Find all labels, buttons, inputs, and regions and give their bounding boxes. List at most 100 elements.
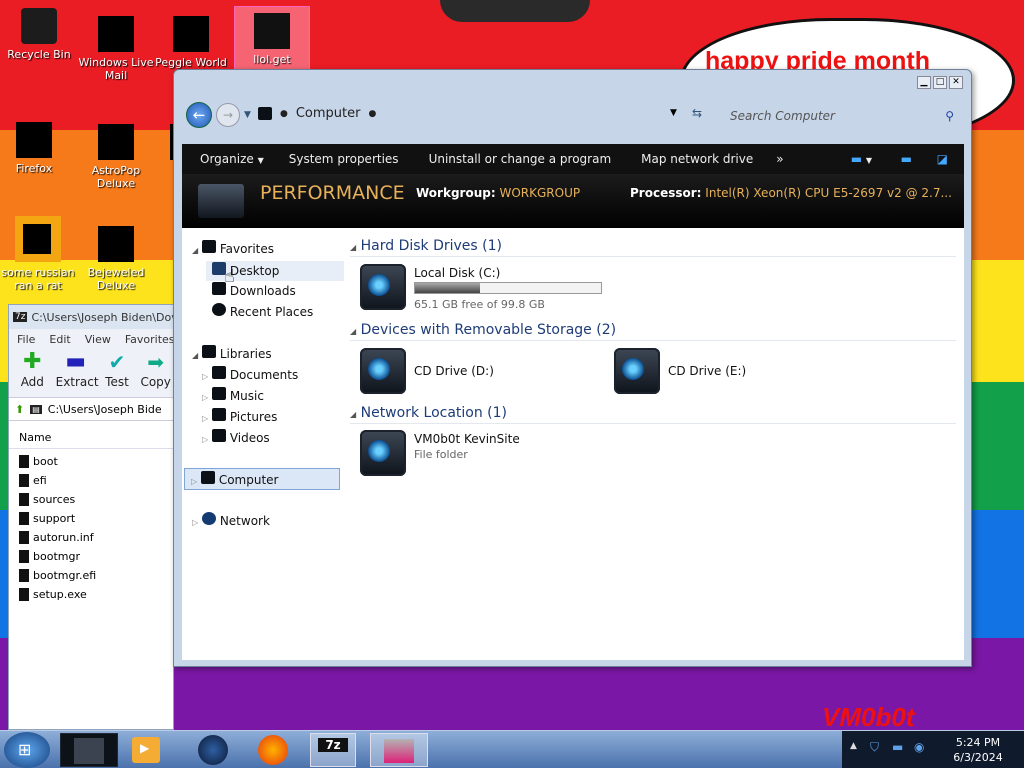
file-row[interactable]: bootmgr.efi [19, 566, 163, 585]
extract-label: Extract [55, 375, 99, 389]
drive-e[interactable]: CD Drive (E:) [614, 348, 834, 398]
nav-pictures[interactable]: ▷ Pictures [202, 408, 277, 424]
desktop-icon-recycle-bin[interactable]: Recycle Bin [1, 8, 77, 61]
search-input[interactable]: Search Computer ⚲ [722, 105, 960, 127]
group-removable-storage[interactable]: ◢ Devices with Removable Storage (2) [350, 322, 956, 341]
nav-computer[interactable]: ▷ Computer [184, 468, 340, 490]
test-button[interactable]: ✔ Test [102, 349, 133, 397]
icon-label: Bejeweled Deluxe [87, 266, 145, 292]
nav-documents[interactable]: ▷ Documents [202, 366, 298, 382]
minimize-button[interactable]: ▁ [917, 76, 931, 89]
shield-icon[interactable]: ⛉ [870, 740, 879, 755]
nav-computer-label: Computer [218, 473, 279, 487]
expand-arrow-icon: ◢ [192, 246, 199, 255]
address-bar[interactable]: ● Computer ● [258, 106, 376, 121]
icon-label: Recycle Bin [7, 48, 71, 61]
sevenzip-pathbar: ⬆ ▤ C:\Users\Joseph Bide [9, 397, 173, 421]
documents-icon [211, 366, 226, 379]
desktop-icon-firefox[interactable]: Firefox [0, 122, 72, 175]
system-properties-button[interactable]: System properties [274, 152, 414, 166]
drive-d[interactable]: CD Drive (D:) [360, 348, 580, 398]
uninstall-program-button[interactable]: Uninstall or change a program [414, 152, 627, 166]
nav-music[interactable]: ▷ Music [202, 387, 264, 403]
help-icon[interactable]: ◪ [937, 152, 948, 166]
network-tray-icon[interactable]: ▬ [892, 740, 903, 754]
sevenzip-path[interactable]: C:\Users\Joseph Bide [48, 403, 162, 416]
nav-network-label: Network [219, 514, 270, 528]
network-folder-name: VM0b0t KevinSite [414, 432, 520, 446]
taskbar-explorer[interactable] [60, 733, 118, 767]
map-network-drive-button[interactable]: Map network drive [626, 152, 768, 166]
menu-edit[interactable]: Edit [49, 333, 70, 346]
back-button[interactable]: ← [186, 102, 212, 128]
firefox-icon [16, 122, 52, 158]
group-network-location[interactable]: ◢ Network Location (1) [350, 405, 956, 424]
column-header-name[interactable]: Name [9, 427, 173, 449]
file-name: boot [33, 455, 58, 468]
maximize-button[interactable]: □ [933, 76, 947, 89]
drive-c-usage-fill [415, 283, 480, 293]
address-dropdown-icon[interactable]: ▼ [670, 108, 677, 118]
up-folder-icon[interactable]: ⬆ [15, 403, 24, 416]
taskbar-globe[interactable] [198, 735, 228, 765]
desktop-icon-llol[interactable]: llol.get [234, 6, 310, 70]
refresh-icon[interactable]: ⇆ [692, 106, 702, 120]
sevenzip-title: C:\Users\Joseph Biden\Dov [31, 310, 178, 324]
group-hard-disk-drives[interactable]: ◢ Hard Disk Drives (1) [350, 238, 956, 257]
address-text[interactable]: Computer [296, 106, 361, 121]
expand-arrow-icon: ◢ [350, 243, 357, 252]
copy-button[interactable]: ➡ Copy [138, 349, 173, 397]
network-folder-type: File folder [414, 448, 468, 461]
network-folder[interactable]: VM0b0t KevinSite File folder [360, 430, 600, 480]
taskbar-7zip[interactable]: 7z [310, 733, 356, 767]
file-row[interactable]: boot [19, 452, 163, 471]
folder-icon [19, 474, 29, 487]
nav-videos[interactable]: ▷ Videos [202, 429, 270, 445]
menu-favorites[interactable]: Favorites [125, 333, 175, 346]
desktop-icon-russian-rat[interactable]: some russian ran a rat [0, 216, 76, 292]
tray-expand-icon[interactable]: ▲ [850, 741, 857, 751]
forward-button[interactable]: → [216, 103, 240, 127]
recent-places-icon [212, 303, 226, 316]
file-row[interactable]: bootmgr [19, 547, 163, 566]
clock[interactable]: 5:24 PM 6/3/2024 [936, 735, 1020, 765]
view-options-icon[interactable]: ▬ ▼ [851, 152, 872, 166]
drive-e-name: CD Drive (E:) [668, 364, 747, 378]
file-row[interactable]: setup.exe [19, 585, 163, 604]
file-row[interactable]: support [19, 509, 163, 528]
taskbar-firefox[interactable] [258, 735, 288, 765]
sevenzip-titlebar[interactable]: 7z C:\Users\Joseph Biden\Dov [9, 305, 178, 329]
nav-favorites[interactable]: ◢ Favorites [192, 240, 274, 256]
computer-name: PERFORMANCE [260, 182, 405, 204]
desktop-icon-windows-live-mail[interactable]: Windows Live Mail [78, 16, 154, 82]
computer-large-icon [198, 184, 244, 218]
explorer-window[interactable]: ▁ □ ✕ ← → ▼ ● Computer ● ▼ ⇆ Search Comp… [173, 69, 972, 667]
nav-libraries[interactable]: ◢ Libraries [192, 345, 272, 361]
search-icon[interactable]: ⚲ [945, 109, 954, 123]
workgroup-info: Workgroup: WORKGROUP [416, 186, 580, 200]
icon-label: Firefox [15, 162, 53, 175]
add-button[interactable]: ✚ Add [15, 349, 50, 397]
taskbar-app[interactable] [370, 733, 428, 767]
nav-network[interactable]: ▷ Network [192, 512, 270, 528]
drive-c[interactable]: Local Disk (C:) 65.1 GB free of 99.8 GB [360, 264, 620, 314]
taskbar: ⊞ ▶ 7z ▲ ⛉ ▬ ◉ 5:24 PM 6/3/2024 [0, 730, 1024, 768]
start-button[interactable]: ⊞ [4, 732, 50, 768]
desktop-icon-astropop[interactable]: AstroPop Deluxe [78, 124, 154, 190]
file-row[interactable]: autorun.inf [19, 528, 163, 547]
nav-recent-places[interactable]: Recent Places [212, 303, 313, 319]
file-row[interactable]: efi [19, 471, 163, 490]
extract-button[interactable]: ▬ Extract [55, 349, 99, 397]
volume-icon[interactable]: ◉ [914, 740, 924, 754]
history-dropdown-icon[interactable]: ▼ [244, 110, 251, 120]
menu-file[interactable]: File [17, 333, 35, 346]
menu-view[interactable]: View [85, 333, 111, 346]
preview-pane-icon[interactable]: ▬ [901, 152, 912, 166]
file-row[interactable]: sources [19, 490, 163, 509]
organize-button[interactable]: Organize ▼ [182, 152, 274, 166]
close-button[interactable]: ✕ [949, 76, 963, 89]
desktop-icon-bejeweled[interactable]: Bejeweled Deluxe [78, 226, 154, 292]
taskbar-media-player[interactable]: ▶ [132, 737, 160, 763]
more-commands-button[interactable]: » [768, 152, 791, 166]
sevenzip-window[interactable]: 7z C:\Users\Joseph Biden\Dov File Edit V… [8, 304, 178, 730]
